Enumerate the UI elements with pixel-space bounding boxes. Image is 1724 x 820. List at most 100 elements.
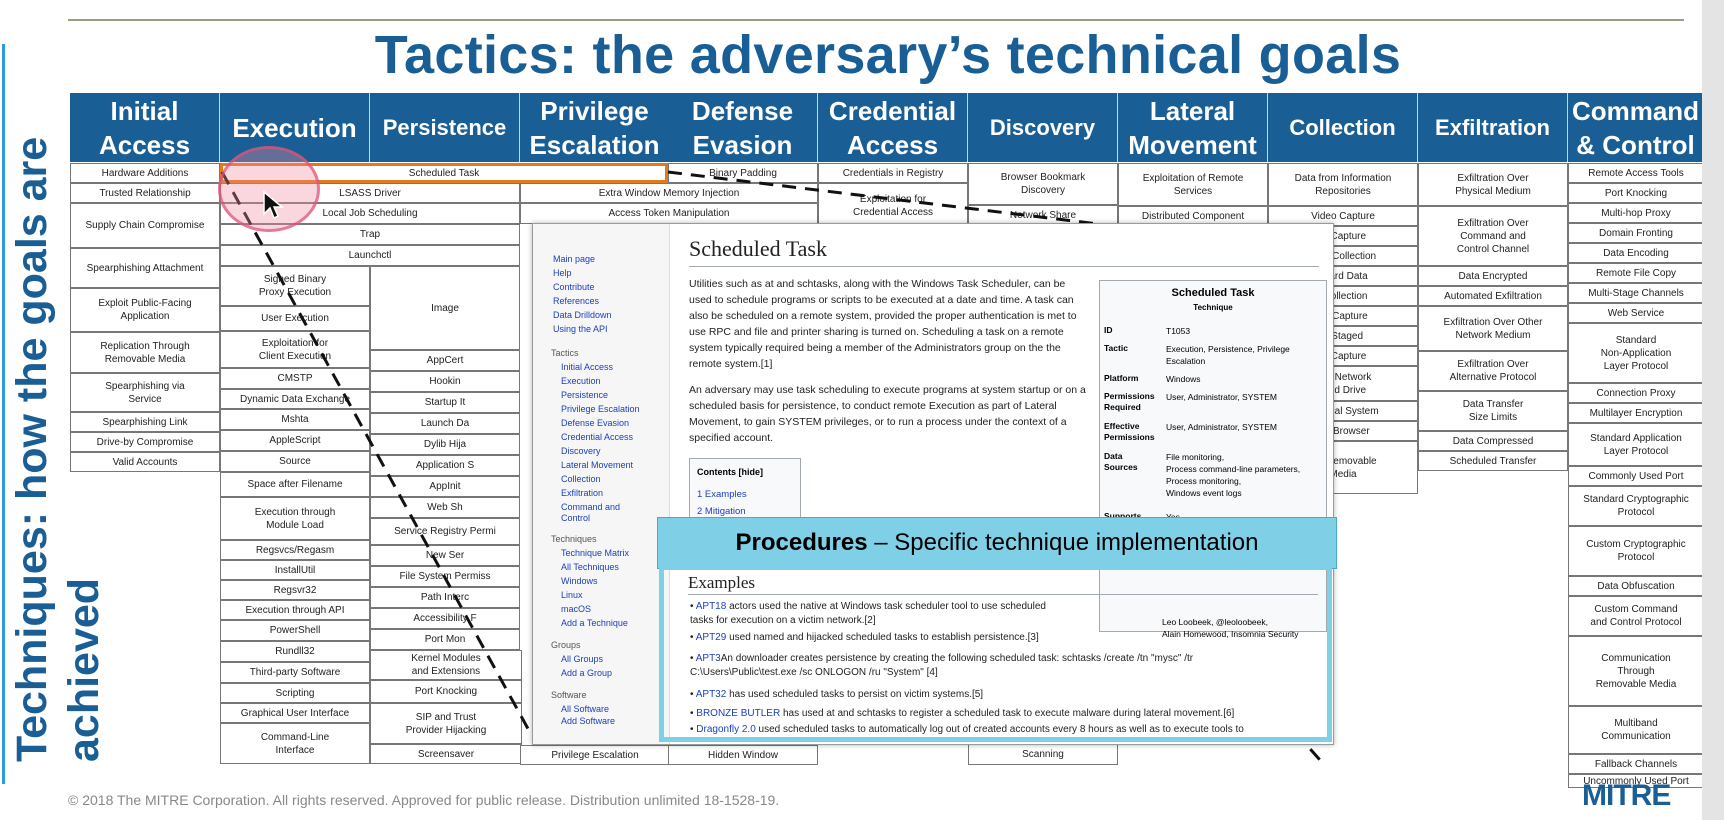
technique-scanning[interactable]: Scanning	[968, 743, 1118, 765]
technique-persistence-17[interactable]: SIP and Trust Provider Hijacking	[370, 703, 522, 744]
technique-initial-access-0[interactable]: Hardware Additions	[70, 163, 220, 183]
technique-command-control-18[interactable]: Multiband Communication	[1568, 706, 1704, 754]
technique-execution-8[interactable]: Space after Filename	[220, 472, 370, 497]
sidebar-link-4[interactable]: Data Drilldown	[553, 310, 612, 321]
technique-persistence-16[interactable]: Port Knocking	[370, 680, 522, 703]
sidebar-tactic-link-5[interactable]: Credential Access	[561, 432, 633, 443]
tactic-header-8[interactable]: Collection	[1268, 93, 1418, 162]
technique-persistence-12[interactable]: Path Interc	[370, 587, 520, 608]
technique-persistence-11[interactable]: File System Permiss	[370, 566, 520, 587]
sidebar-technique-link-5[interactable]: Add a Technique	[561, 618, 628, 629]
technique-initial-access-1[interactable]: Trusted Relationship	[70, 183, 220, 203]
technique-launchctl[interactable]: Launchctl	[220, 245, 520, 266]
technique-persistence-3[interactable]: Startup It	[370, 392, 520, 413]
sidebar-tactic-link-0[interactable]: Initial Access	[561, 362, 613, 373]
technique-exfiltration-1[interactable]: Exfiltration Over Command and Control Ch…	[1418, 206, 1568, 266]
toc-item-examples[interactable]: 1 Examples	[697, 489, 747, 500]
technique-execution-9[interactable]: Execution through Module Load	[220, 497, 370, 540]
technique-execution-3[interactable]: CMSTP	[220, 368, 370, 389]
technique-initial-access-2[interactable]: Supply Chain Compromise	[70, 203, 220, 248]
technique-command-control-17[interactable]: Communication Through Removable Media	[1568, 636, 1704, 706]
technique-initial-access-8[interactable]: Drive-by Compromise	[70, 432, 220, 452]
technique-initial-access-9[interactable]: Valid Accounts	[70, 452, 220, 472]
technique-exfiltration-0[interactable]: Exfiltration Over Physical Medium	[1418, 163, 1568, 206]
technique-command-control-19[interactable]: Fallback Channels	[1568, 754, 1704, 774]
technique-command-control-12[interactable]: Commonly Used Port	[1568, 466, 1704, 486]
sidebar-groups-link-1[interactable]: Add a Group	[561, 668, 612, 679]
sidebar-technique-link-4[interactable]: macOS	[561, 604, 591, 615]
technique-initial-access-3[interactable]: Spearphishing Attachment	[70, 248, 220, 288]
tactic-header-6[interactable]: Discovery	[968, 93, 1118, 162]
technique-initial-access-7[interactable]: Spearphishing Link	[70, 412, 220, 432]
sidebar-tactic-link-9[interactable]: Exfiltration	[561, 488, 603, 499]
technique-exfiltration-3[interactable]: Automated Exfiltration	[1418, 286, 1568, 306]
tactic-header-9[interactable]: Exfiltration	[1418, 93, 1568, 162]
technique-command-control-14[interactable]: Custom Cryptographic Protocol	[1568, 526, 1704, 576]
sidebar-tactic-link-4[interactable]: Defense Evasion	[561, 418, 629, 429]
technique-privilege-escalation-bottom[interactable]: Privilege Escalation	[520, 745, 670, 765]
sidebar-tactic-link-10[interactable]: Command and Control	[561, 502, 620, 524]
technique-execution-13[interactable]: Execution through API	[220, 600, 370, 620]
technique-command-control-2[interactable]: Multi-hop Proxy	[1568, 203, 1704, 223]
technique-execution-16[interactable]: Third-party Software	[220, 662, 370, 683]
sidebar-software-link-1[interactable]: Add Software	[561, 716, 615, 727]
technique-command-control-0[interactable]: Remote Access Tools	[1568, 163, 1704, 183]
technique-execution-4[interactable]: Dynamic Data Exchange	[220, 389, 370, 409]
technique-exfiltration-4[interactable]: Exfiltration Over Other Network Medium	[1418, 306, 1568, 351]
technique-command-control-15[interactable]: Data Obfuscation	[1568, 576, 1704, 596]
tactic-header-7[interactable]: Lateral Movement	[1118, 93, 1268, 162]
technique-command-control-5[interactable]: Remote File Copy	[1568, 263, 1704, 283]
technique-exploitation-credential-access[interactable]: Exploitation for Credential Access	[818, 183, 968, 228]
technique-execution-17[interactable]: Scripting	[220, 683, 370, 703]
technique-persistence-15[interactable]: Kernel Modules and Extensions	[370, 650, 522, 680]
technique-command-control-1[interactable]: Port Knocking	[1568, 183, 1704, 203]
technique-command-control-4[interactable]: Data Encoding	[1568, 243, 1704, 263]
technique-execution-2[interactable]: Exploitation for Client Execution	[220, 331, 370, 368]
technique-extra-window-memory-injection[interactable]: Extra Window Memory Injection	[520, 183, 818, 203]
technique-execution-7[interactable]: Source	[220, 451, 370, 472]
technique-execution-18[interactable]: Graphical User Interface	[220, 703, 370, 723]
technique-command-control-16[interactable]: Custom Command and Control Protocol	[1568, 596, 1704, 636]
technique-command-control-13[interactable]: Standard Cryptographic Protocol	[1568, 486, 1704, 526]
technique-exfiltration-2[interactable]: Data Encrypted	[1418, 266, 1568, 286]
technique-command-control-11[interactable]: Standard Application Layer Protocol	[1568, 423, 1704, 466]
technique-persistence-13[interactable]: Accessibility F	[370, 608, 520, 629]
tactic-header-3[interactable]: Privilege Escalation	[520, 93, 670, 162]
sidebar-technique-link-2[interactable]: Windows	[561, 576, 598, 587]
technique-command-control-8[interactable]: Standard Non-Application Layer Protocol	[1568, 323, 1704, 383]
technique-command-control-9[interactable]: Connection Proxy	[1568, 383, 1704, 403]
technique-exfiltration-5[interactable]: Exfiltration Over Alternative Protocol	[1418, 351, 1568, 391]
technique-access-token-manipulation[interactable]: Access Token Manipulation	[520, 203, 818, 224]
technique-execution-15[interactable]: Rundll32	[220, 641, 370, 662]
technique-persistence-1[interactable]: AppCert	[370, 350, 520, 371]
technique-persistence-18[interactable]: Screensaver	[370, 744, 522, 764]
tactic-header-4[interactable]: Defense Evasion	[668, 93, 818, 162]
technique-persistence-0[interactable]: Image	[370, 266, 520, 350]
technique-persistence-6[interactable]: Application S	[370, 455, 520, 476]
technique-exfiltration-6[interactable]: Data Transfer Size Limits	[1418, 391, 1568, 431]
tactic-header-2[interactable]: Persistence	[370, 93, 520, 162]
technique-initial-access-6[interactable]: Spearphishing via Service	[70, 373, 220, 412]
sidebar-technique-link-3[interactable]: Linux	[561, 590, 583, 601]
technique-command-control-7[interactable]: Web Service	[1568, 303, 1704, 323]
tactic-header-5[interactable]: Credential Access	[818, 93, 968, 162]
sidebar-link-2[interactable]: Contribute	[553, 282, 595, 293]
sidebar-technique-link-1[interactable]: All Techniques	[561, 562, 619, 573]
tactic-header-10[interactable]: Command & Control	[1568, 93, 1704, 162]
technique-network-share[interactable]: Network Share	[968, 205, 1118, 225]
technique-persistence-5[interactable]: Dylib Hija	[370, 434, 520, 455]
technique-execution-10[interactable]: Regsvcs/Regasm	[220, 540, 370, 560]
tactic-header-0[interactable]: Initial Access	[70, 93, 220, 162]
sidebar-link-3[interactable]: References	[553, 296, 599, 307]
technique-exfiltration-7[interactable]: Data Compressed	[1418, 431, 1568, 451]
technique-persistence-14[interactable]: Port Mon	[370, 629, 520, 650]
sidebar-tactic-link-6[interactable]: Discovery	[561, 446, 601, 457]
technique-exfiltration-8[interactable]: Scheduled Transfer	[1418, 451, 1568, 471]
technique-hidden-window[interactable]: Hidden Window	[668, 745, 818, 765]
technique-execution-12[interactable]: Regsvr32	[220, 580, 370, 600]
technique-initial-access-4[interactable]: Exploit Public-Facing Application	[70, 288, 220, 332]
technique-execution-11[interactable]: InstallUtil	[220, 560, 370, 580]
technique-command-control-6[interactable]: Multi-Stage Channels	[1568, 283, 1704, 303]
technique-execution-6[interactable]: AppleScript	[220, 430, 370, 451]
technique-command-control-3[interactable]: Domain Fronting	[1568, 223, 1704, 243]
